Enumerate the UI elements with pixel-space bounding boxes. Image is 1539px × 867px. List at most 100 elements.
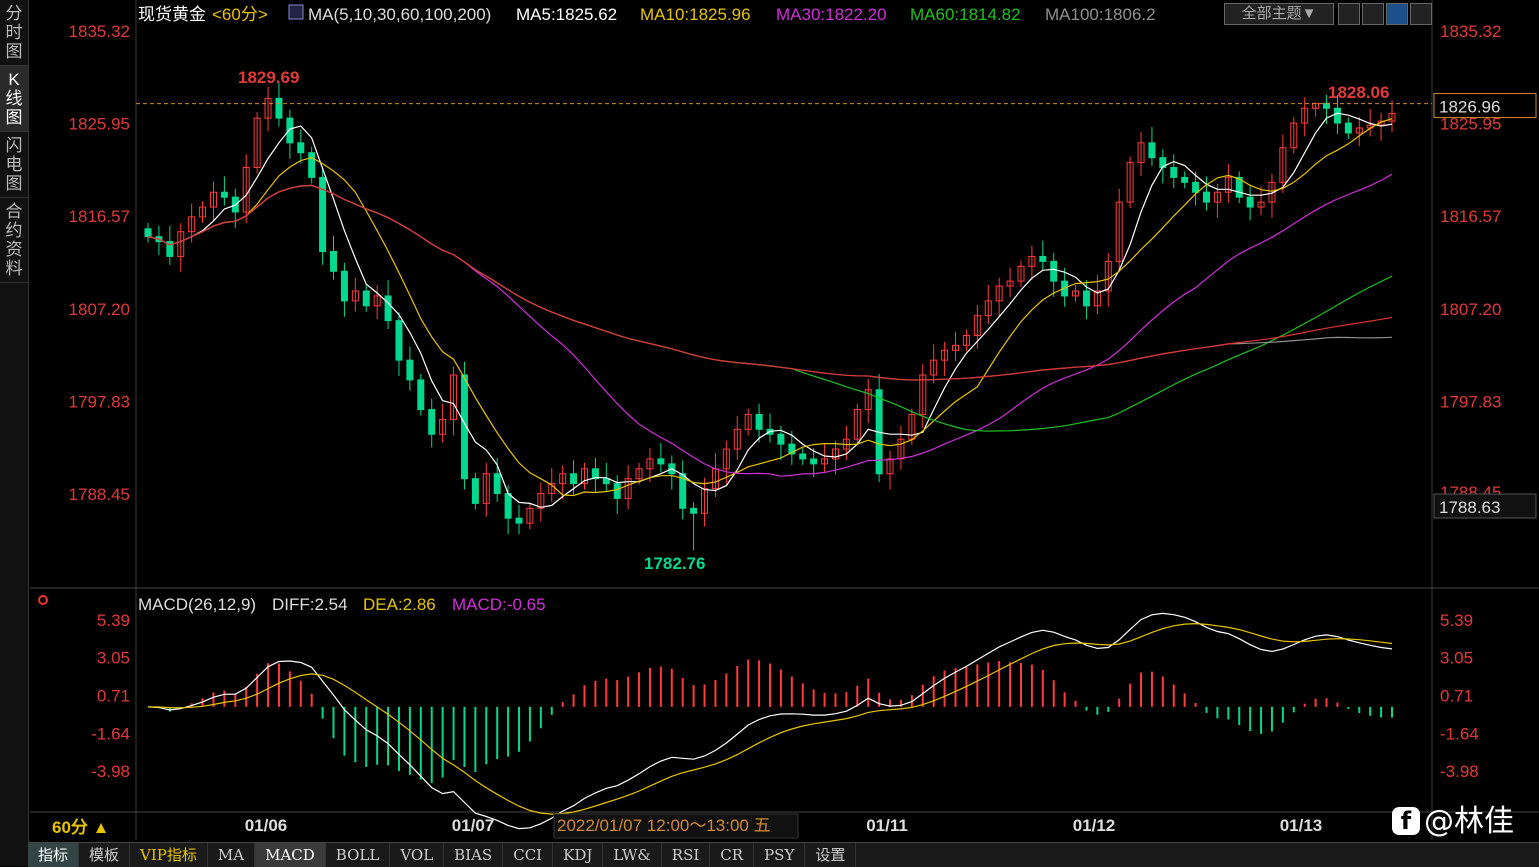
period-indicator: 60分 ▲ [52, 818, 109, 837]
macd-title: MACD(26,12,9) [138, 595, 256, 614]
macd-y-tick-left: 3.05 [97, 649, 130, 668]
indicator-tab[interactable]: MA [208, 843, 256, 867]
macd-y-tick-right: -1.64 [1440, 724, 1479, 743]
grid-layout-icon[interactable] [1362, 3, 1384, 25]
candle-body [340, 270, 348, 302]
indicator-tab[interactable]: VIP指标 [130, 843, 208, 867]
macd-y-tick-left: -3.98 [91, 762, 130, 781]
candle-body [1050, 260, 1058, 282]
facebook-icon: f [1392, 807, 1420, 835]
candle-body [777, 433, 785, 445]
candle-body [1246, 196, 1254, 208]
candle-body [471, 478, 479, 504]
indicator-tab[interactable]: 设置 [805, 843, 857, 867]
candle-body [275, 97, 283, 119]
candle-body [384, 295, 392, 322]
macd-diff-line [147, 612, 1393, 830]
indicator-tab[interactable]: 模板 [79, 843, 131, 867]
ma-line-ma60 [147, 184, 1393, 432]
export-icon[interactable] [1410, 3, 1432, 25]
candle-body [395, 320, 403, 361]
candle-body [1082, 290, 1090, 307]
candle-body [570, 473, 578, 485]
indicator-tab[interactable]: CR [710, 843, 755, 867]
high-label: 1829.69 [238, 68, 299, 87]
cursor-time-label: 2022/01/07 12:00～13:00 五 [557, 816, 771, 835]
macd-dea: DEA:2.86 [363, 595, 436, 614]
ma-line-ma200 [147, 184, 1393, 381]
period-label: <60分> [212, 5, 268, 24]
low-label: 1782.76 [644, 554, 705, 573]
x-tick: 01/13 [1280, 816, 1323, 835]
low-price-tag: 1788.63 [1439, 498, 1500, 517]
y-tick-left: 1825.95 [69, 115, 130, 134]
macd-y-tick-right: 3.05 [1440, 649, 1473, 668]
candle-body [799, 453, 807, 460]
symbol-name: 现货黄金 [138, 5, 206, 24]
ma-line-ma100 [147, 184, 1393, 381]
macd-y-tick-right: -3.98 [1440, 762, 1479, 781]
candle-body [1170, 167, 1178, 178]
candle-body [1039, 255, 1047, 262]
ma-value: MA10:1825.96 [640, 5, 751, 24]
macd-settings-icon [38, 595, 48, 605]
candle-body [1344, 122, 1352, 134]
candle-body [286, 117, 294, 144]
candle-body [417, 379, 425, 411]
macd-dea-line [147, 622, 1393, 815]
y-tick-left: 1835.32 [69, 22, 130, 41]
candle-body [657, 458, 665, 465]
chart-mode-icon[interactable] [1386, 3, 1408, 25]
ma-value: MA100:1806.2 [1045, 5, 1156, 24]
candle-body [602, 478, 610, 485]
current-price-tag: 1826.96 [1439, 98, 1500, 117]
y-tick-right: 1807.20 [1440, 300, 1501, 319]
recent-high-label: 1828.06 [1328, 83, 1389, 102]
x-tick: 01/11 [866, 816, 908, 835]
candle-body [613, 483, 621, 499]
y-tick-left: 1816.57 [69, 207, 130, 226]
macd-y-tick-left: 0.71 [97, 686, 130, 705]
crosshair-icon[interactable] [1338, 3, 1360, 25]
candle-body [297, 142, 305, 154]
candle-body [1333, 107, 1341, 124]
y-tick-left: 1807.20 [69, 300, 130, 319]
x-tick: 01/12 [1073, 816, 1116, 835]
indicator-tab[interactable]: BOLL [326, 843, 391, 867]
y-tick-right: 1835.32 [1440, 22, 1501, 41]
indicator-tab[interactable]: MACD [255, 843, 326, 867]
indicator-tab[interactable]: 指标 [28, 843, 80, 867]
candle-body [515, 517, 523, 524]
candle-body [308, 152, 316, 178]
candle-body [330, 250, 338, 272]
candle-body [1192, 181, 1200, 193]
watermark-text: @林佳 [1424, 804, 1514, 839]
indicator-tab-bar: 指标 模板 VIP指标 MA MACD BOLL VOL BIAS CCI KDJ LW& RSI CR… [28, 842, 1539, 867]
indicator-tab[interactable]: BIAS [444, 843, 504, 867]
indicator-tab[interactable]: KDJ [553, 843, 604, 867]
theme-dropdown[interactable]: 全部主题▼ [1224, 3, 1334, 25]
candle-body [755, 413, 763, 430]
macd-y-tick-right: 5.39 [1440, 611, 1473, 630]
candle-body [493, 473, 501, 495]
indicator-tab[interactable]: LW& [603, 843, 662, 867]
indicator-tab[interactable]: CCI [503, 843, 554, 867]
ma-value: MA30:1822.20 [776, 5, 887, 24]
candle-body [1202, 191, 1210, 203]
indicator-tab[interactable]: PSY [754, 843, 806, 867]
candle-body [144, 228, 152, 238]
y-tick-left: 1797.83 [69, 392, 130, 411]
macd-y-tick-left: -1.64 [91, 724, 130, 743]
y-tick-left: 1788.45 [69, 485, 130, 504]
candle-body [362, 290, 370, 307]
y-tick-right: 1816.57 [1440, 207, 1501, 226]
indicator-tab[interactable]: RSI [662, 843, 711, 867]
candle-body [810, 458, 818, 465]
macd-diff: DIFF:2.54 [272, 595, 348, 614]
x-tick: 01/06 [245, 816, 288, 835]
chart-canvas[interactable]: 1835.32 1835.321825.95 1825.951816.57 1816.… [0, 0, 1539, 866]
macd-y-tick-left: 5.39 [97, 611, 130, 630]
candle-body [1181, 176, 1189, 183]
indicator-tab[interactable]: VOL [390, 843, 445, 867]
y-tick-right: 1797.83 [1440, 392, 1501, 411]
